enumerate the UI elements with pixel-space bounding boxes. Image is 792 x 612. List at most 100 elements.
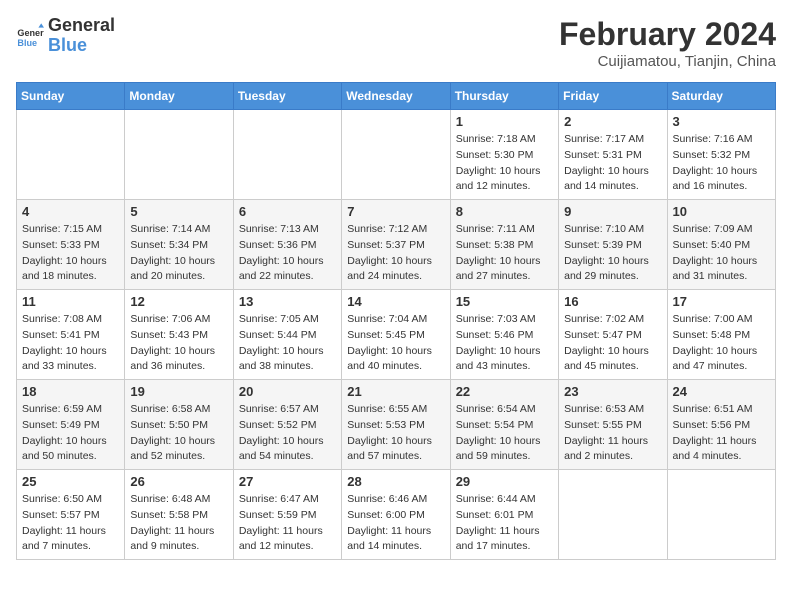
- day-number: 15: [456, 294, 553, 309]
- calendar-cell: 10 Sunrise: 7:09 AMSunset: 5:40 PMDayligh…: [667, 200, 775, 290]
- calendar-cell: 27 Sunrise: 6:47 AMSunset: 5:59 PMDayligh…: [233, 470, 341, 560]
- calendar-cell: 28 Sunrise: 6:46 AMSunset: 6:00 PMDayligh…: [342, 470, 450, 560]
- day-number: 21: [347, 384, 444, 399]
- day-number: 7: [347, 204, 444, 219]
- day-number: 23: [564, 384, 661, 399]
- calendar-cell: 23 Sunrise: 6:53 AMSunset: 5:55 PMDayligh…: [559, 380, 667, 470]
- day-info: Sunrise: 7:16 AMSunset: 5:32 PMDaylight:…: [673, 132, 770, 195]
- calendar-cell: 9Sunrise: 7:10 AMSunset: 5:39 PMDaylight…: [559, 200, 667, 290]
- day-info: Sunrise: 7:11 AMSunset: 5:38 PMDaylight:…: [456, 222, 553, 285]
- day-info: Sunrise: 7:04 AMSunset: 5:45 PMDaylight:…: [347, 312, 444, 375]
- calendar-cell: 2Sunrise: 7:17 AMSunset: 5:31 PMDaylight…: [559, 110, 667, 200]
- calendar-cell: 24 Sunrise: 6:51 AMSunset: 5:56 PMDayligh…: [667, 380, 775, 470]
- day-info: Sunrise: 7:14 AMSunset: 5:34 PMDaylight:…: [130, 222, 227, 285]
- day-info: Sunrise: 6:50 AMSunset: 5:57 PMDaylight:…: [22, 492, 119, 555]
- title-block: February 2024 Cuijiamatou, Tianjin, Chin…: [559, 16, 776, 70]
- day-info: Sunrise: 6:58 AMSunset: 5:50 PMDaylight:…: [130, 402, 227, 465]
- calendar-cell: 21 Sunrise: 6:55 AMSunset: 5:53 PMDayligh…: [342, 380, 450, 470]
- day-number: 19: [130, 384, 227, 399]
- day-number: 17: [673, 294, 770, 309]
- day-info: Sunrise: 7:06 AMSunset: 5:43 PMDaylight:…: [130, 312, 227, 375]
- day-number: 29: [456, 474, 553, 489]
- day-number: 26: [130, 474, 227, 489]
- day-number: 20: [239, 384, 336, 399]
- day-number: 12: [130, 294, 227, 309]
- calendar-cell: 17 Sunrise: 7:00 AMSunset: 5:48 PMDayligh…: [667, 290, 775, 380]
- calendar-week: 1 Sunrise: 7:18 AMSunset: 5:30 PMDaylight…: [17, 110, 776, 200]
- calendar-cell: 14 Sunrise: 7:04 AMSunset: 5:45 PMDayligh…: [342, 290, 450, 380]
- day-number: 6: [239, 204, 336, 219]
- weekday-header: Friday: [559, 83, 667, 110]
- day-info: Sunrise: 7:00 AMSunset: 5:48 PMDaylight:…: [673, 312, 770, 375]
- day-info: Sunrise: 6:57 AMSunset: 5:52 PMDaylight:…: [239, 402, 336, 465]
- day-info: Sunrise: 6:53 AMSunset: 5:55 PMDaylight:…: [564, 402, 661, 465]
- day-number: 25: [22, 474, 119, 489]
- day-number: 2: [564, 114, 661, 129]
- calendar-cell: [125, 110, 233, 200]
- day-info: Sunrise: 6:46 AMSunset: 6:00 PMDaylight:…: [347, 492, 444, 555]
- day-number: 13: [239, 294, 336, 309]
- calendar-cell: 19 Sunrise: 6:58 AMSunset: 5:50 PMDayligh…: [125, 380, 233, 470]
- logo: General Blue General Blue: [16, 16, 115, 56]
- calendar-week: 18Sunrise: 6:59 AMSunset: 5:49 PMDayligh…: [17, 380, 776, 470]
- calendar-cell: 16Sunrise: 7:02 AMSunset: 5:47 PMDayligh…: [559, 290, 667, 380]
- day-info: Sunrise: 6:51 AMSunset: 5:56 PMDaylight:…: [673, 402, 770, 465]
- calendar-week: 25 Sunrise: 6:50 AMSunset: 5:57 PMDayligh…: [17, 470, 776, 560]
- day-number: 8: [456, 204, 553, 219]
- day-info: Sunrise: 7:03 AMSunset: 5:46 PMDaylight:…: [456, 312, 553, 375]
- page-header: General Blue General Blue February 2024 …: [16, 16, 776, 70]
- day-info: Sunrise: 7:15 AMSunset: 5:33 PMDaylight:…: [22, 222, 119, 285]
- calendar-cell: 13 Sunrise: 7:05 AMSunset: 5:44 PMDayligh…: [233, 290, 341, 380]
- day-number: 27: [239, 474, 336, 489]
- calendar-week: 4 Sunrise: 7:15 AMSunset: 5:33 PMDaylight…: [17, 200, 776, 290]
- day-number: 14: [347, 294, 444, 309]
- calendar-cell: 1 Sunrise: 7:18 AMSunset: 5:30 PMDaylight…: [450, 110, 558, 200]
- day-info: Sunrise: 7:18 AMSunset: 5:30 PMDaylight:…: [456, 132, 553, 195]
- day-info: Sunrise: 6:54 AMSunset: 5:54 PMDaylight:…: [456, 402, 553, 465]
- calendar-cell: 7 Sunrise: 7:12 AMSunset: 5:37 PMDaylight…: [342, 200, 450, 290]
- calendar-cell: 26 Sunrise: 6:48 AMSunset: 5:58 PMDayligh…: [125, 470, 233, 560]
- calendar-header: SundayMondayTuesdayWednesdayThursdayFrid…: [17, 83, 776, 110]
- day-info: Sunrise: 7:09 AMSunset: 5:40 PMDaylight:…: [673, 222, 770, 285]
- calendar-cell: [17, 110, 125, 200]
- day-number: 4: [22, 204, 119, 219]
- calendar-cell: [233, 110, 341, 200]
- day-info: Sunrise: 6:48 AMSunset: 5:58 PMDaylight:…: [130, 492, 227, 555]
- logo-text: General Blue: [48, 16, 115, 56]
- day-number: 1: [456, 114, 553, 129]
- calendar-cell: 20 Sunrise: 6:57 AMSunset: 5:52 PMDayligh…: [233, 380, 341, 470]
- day-number: 22: [456, 384, 553, 399]
- calendar-cell: 15 Sunrise: 7:03 AMSunset: 5:46 PMDayligh…: [450, 290, 558, 380]
- day-number: 11: [22, 294, 119, 309]
- day-number: 28: [347, 474, 444, 489]
- day-info: Sunrise: 6:44 AMSunset: 6:01 PMDaylight:…: [456, 492, 553, 555]
- day-info: Sunrise: 6:47 AMSunset: 5:59 PMDaylight:…: [239, 492, 336, 555]
- day-info: Sunrise: 6:55 AMSunset: 5:53 PMDaylight:…: [347, 402, 444, 465]
- calendar-cell: 3Sunrise: 7:16 AMSunset: 5:32 PMDaylight…: [667, 110, 775, 200]
- calendar-cell: 29 Sunrise: 6:44 AMSunset: 6:01 PMDayligh…: [450, 470, 558, 560]
- calendar-cell: 8 Sunrise: 7:11 AMSunset: 5:38 PMDaylight…: [450, 200, 558, 290]
- logo-icon: General Blue: [16, 22, 44, 50]
- day-number: 10: [673, 204, 770, 219]
- svg-text:General: General: [17, 28, 44, 38]
- calendar-cell: 11 Sunrise: 7:08 AMSunset: 5:41 PMDayligh…: [17, 290, 125, 380]
- day-number: 16: [564, 294, 661, 309]
- month-title: February 2024: [559, 16, 776, 53]
- calendar-table: SundayMondayTuesdayWednesdayThursdayFrid…: [16, 82, 776, 560]
- day-info: Sunrise: 7:12 AMSunset: 5:37 PMDaylight:…: [347, 222, 444, 285]
- weekday-header: Tuesday: [233, 83, 341, 110]
- weekday-header: Sunday: [17, 83, 125, 110]
- day-number: 18: [22, 384, 119, 399]
- weekday-header: Saturday: [667, 83, 775, 110]
- day-number: 5: [130, 204, 227, 219]
- day-info: Sunrise: 7:08 AMSunset: 5:41 PMDaylight:…: [22, 312, 119, 375]
- calendar-cell: 18Sunrise: 6:59 AMSunset: 5:49 PMDayligh…: [17, 380, 125, 470]
- day-number: 24: [673, 384, 770, 399]
- svg-text:Blue: Blue: [17, 38, 37, 48]
- day-number: 9: [564, 204, 661, 219]
- weekday-header: Thursday: [450, 83, 558, 110]
- calendar-cell: 6Sunrise: 7:13 AMSunset: 5:36 PMDaylight…: [233, 200, 341, 290]
- day-info: Sunrise: 7:05 AMSunset: 5:44 PMDaylight:…: [239, 312, 336, 375]
- calendar-cell: [667, 470, 775, 560]
- weekday-header: Monday: [125, 83, 233, 110]
